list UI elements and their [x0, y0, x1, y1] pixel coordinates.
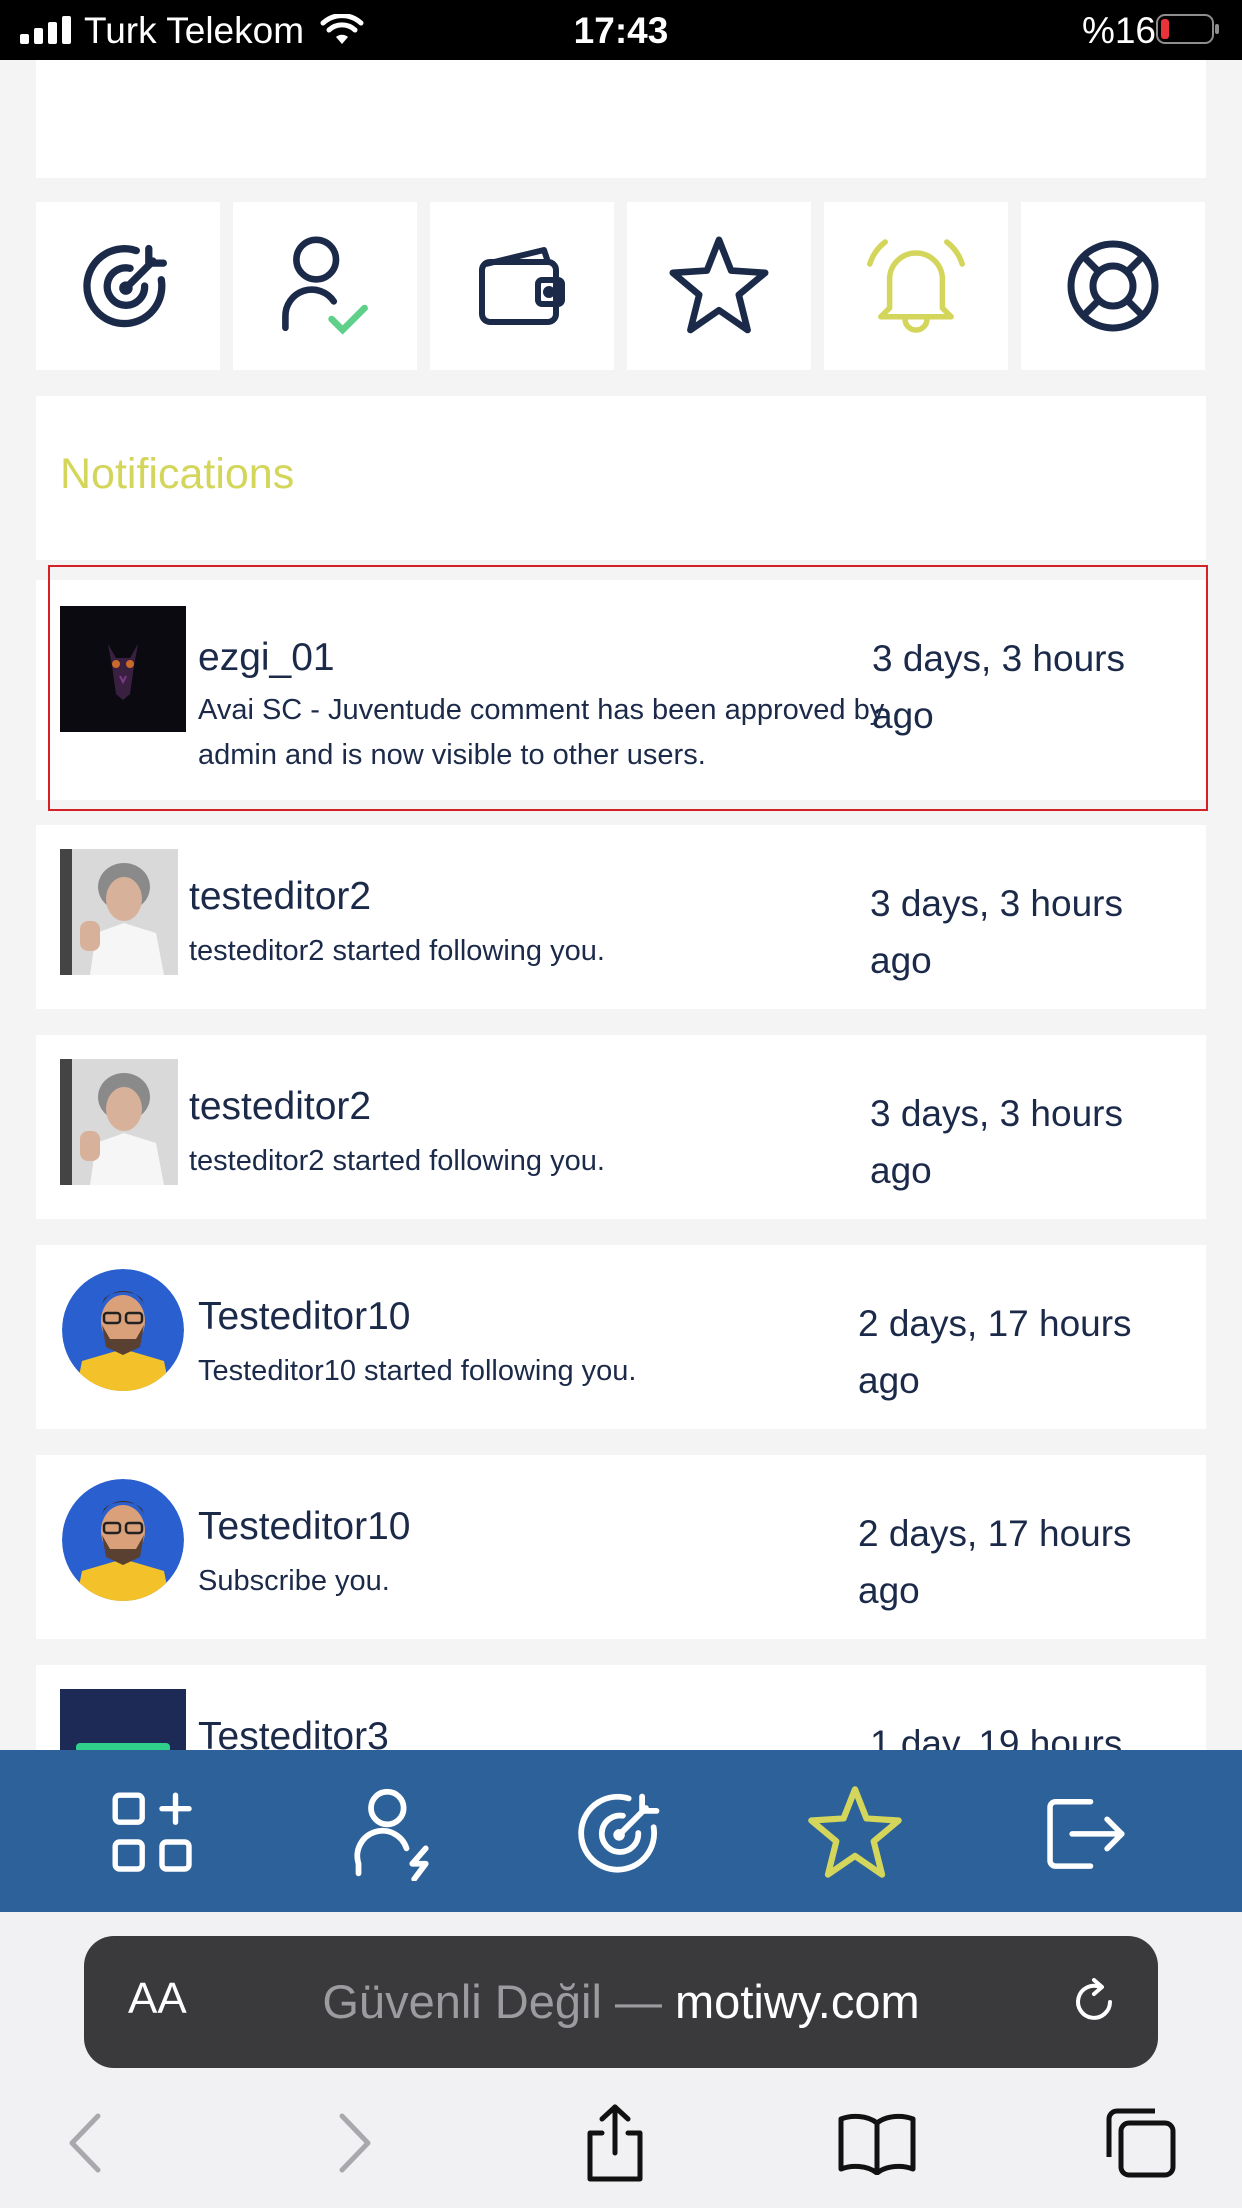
nav-logout-button[interactable] — [1030, 1778, 1140, 1888]
notification-username[interactable]: testeditor2 — [189, 1085, 371, 1129]
tile-favorites[interactable] — [627, 202, 811, 370]
address-bar[interactable]: AA Güvenli Değil — motiwy.com — [84, 1936, 1158, 2068]
tile-notifications[interactable] — [824, 202, 1008, 370]
notification-username[interactable]: ezgi_01 — [198, 636, 335, 680]
notification-time: 2 days, 17 hours ago — [858, 1513, 1132, 1611]
notification-message: Testeditor10 started following you. — [198, 1355, 637, 1387]
woman-avatar — [60, 1059, 178, 1185]
tabs-button[interactable] — [1096, 2098, 1186, 2188]
reload-icon[interactable] — [1066, 1974, 1122, 2030]
tile-support[interactable] — [1021, 202, 1205, 370]
logout-icon — [1047, 1798, 1125, 1869]
man-avatar — [62, 1269, 184, 1391]
share-button[interactable] — [570, 2098, 660, 2188]
target-icon — [83, 244, 167, 328]
notification-username[interactable]: Testeditor10 — [198, 1505, 410, 1549]
notification-time: 2 days, 17 hours ago — [858, 1303, 1132, 1401]
tile-followers[interactable] — [233, 202, 417, 370]
star-icon — [808, 1786, 902, 1878]
nav-profile-button[interactable] — [340, 1778, 450, 1888]
forward-button[interactable] — [310, 2098, 400, 2188]
woman-avatar — [60, 849, 178, 975]
tile-wallet[interactable] — [430, 202, 614, 370]
chevron-right-icon — [339, 2113, 371, 2173]
url-domain: motiwy.com — [675, 1975, 920, 2028]
app-bottom-nav — [0, 1750, 1242, 1912]
status-time: 17:43 — [573, 10, 669, 51]
notification-message: testeditor2 started following you. — [189, 935, 605, 967]
bookmarks-button[interactable] — [832, 2098, 922, 2188]
user-check-icon — [282, 236, 368, 335]
notification-username[interactable]: Testeditor10 — [198, 1295, 410, 1339]
battery-percent: %16 — [1081, 10, 1156, 51]
url-display[interactable]: Güvenli Değil — motiwy.com — [84, 1974, 1158, 2029]
notification-message: Avai SC - Juventude comment has been app… — [198, 694, 885, 771]
notification-item[interactable]: ezgi_01 Avai SC - Juventude comment has … — [36, 580, 1206, 800]
notification-item[interactable]: Testeditor10 Testeditor10 started follow… — [36, 1245, 1206, 1429]
status-bar: Turk Telekom 17:43 %16 — [0, 0, 1242, 60]
nav-goals-button[interactable] — [566, 1778, 676, 1888]
notification-message: Subscribe you. — [198, 1565, 390, 1597]
nav-dashboard-button[interactable] — [98, 1778, 208, 1888]
user-bolt-icon — [354, 1788, 429, 1881]
page-title: Notifications — [60, 450, 295, 498]
notification-item[interactable]: testeditor2 testeditor2 started followin… — [36, 825, 1206, 1009]
man-avatar — [62, 1479, 184, 1601]
profile-card — [36, 60, 1206, 178]
nav-favorites-button[interactable] — [800, 1778, 910, 1888]
notifications-header: Notifications — [36, 396, 1206, 560]
browser-toolbar: AA Güvenli Değil — motiwy.com — [0, 1912, 1242, 2208]
notification-message: testeditor2 started following you. — [189, 1145, 605, 1177]
target-icon — [578, 1793, 660, 1873]
notification-time: 3 days, 3 hours ago — [870, 883, 1123, 981]
wallet-icon — [479, 247, 565, 325]
notification-username[interactable]: testeditor2 — [189, 875, 371, 919]
book-icon — [838, 2113, 916, 2175]
share-icon — [587, 2104, 643, 2182]
chevron-left-icon — [69, 2113, 101, 2173]
tile-goals[interactable] — [36, 202, 220, 370]
battery-icon — [1156, 14, 1219, 44]
bell-icon — [867, 239, 965, 333]
star-icon — [669, 236, 769, 334]
notification-time: 3 days, 3 hours ago — [872, 638, 1125, 736]
notification-item[interactable]: testeditor2 testeditor2 started followin… — [36, 1035, 1206, 1219]
lifebuoy-icon — [1067, 240, 1159, 332]
back-button[interactable] — [40, 2098, 130, 2188]
tabs-icon — [1106, 2108, 1176, 2178]
notification-time: 3 days, 3 hours ago — [870, 1093, 1123, 1191]
notification-item[interactable]: Testeditor10 Subscribe you. 2 days, 17 h… — [36, 1455, 1206, 1639]
quick-menu — [36, 202, 1206, 370]
grid-add-icon — [112, 1792, 192, 1872]
insecure-label: Güvenli Değil — — [322, 1975, 662, 2028]
owl-avatar — [60, 606, 186, 732]
